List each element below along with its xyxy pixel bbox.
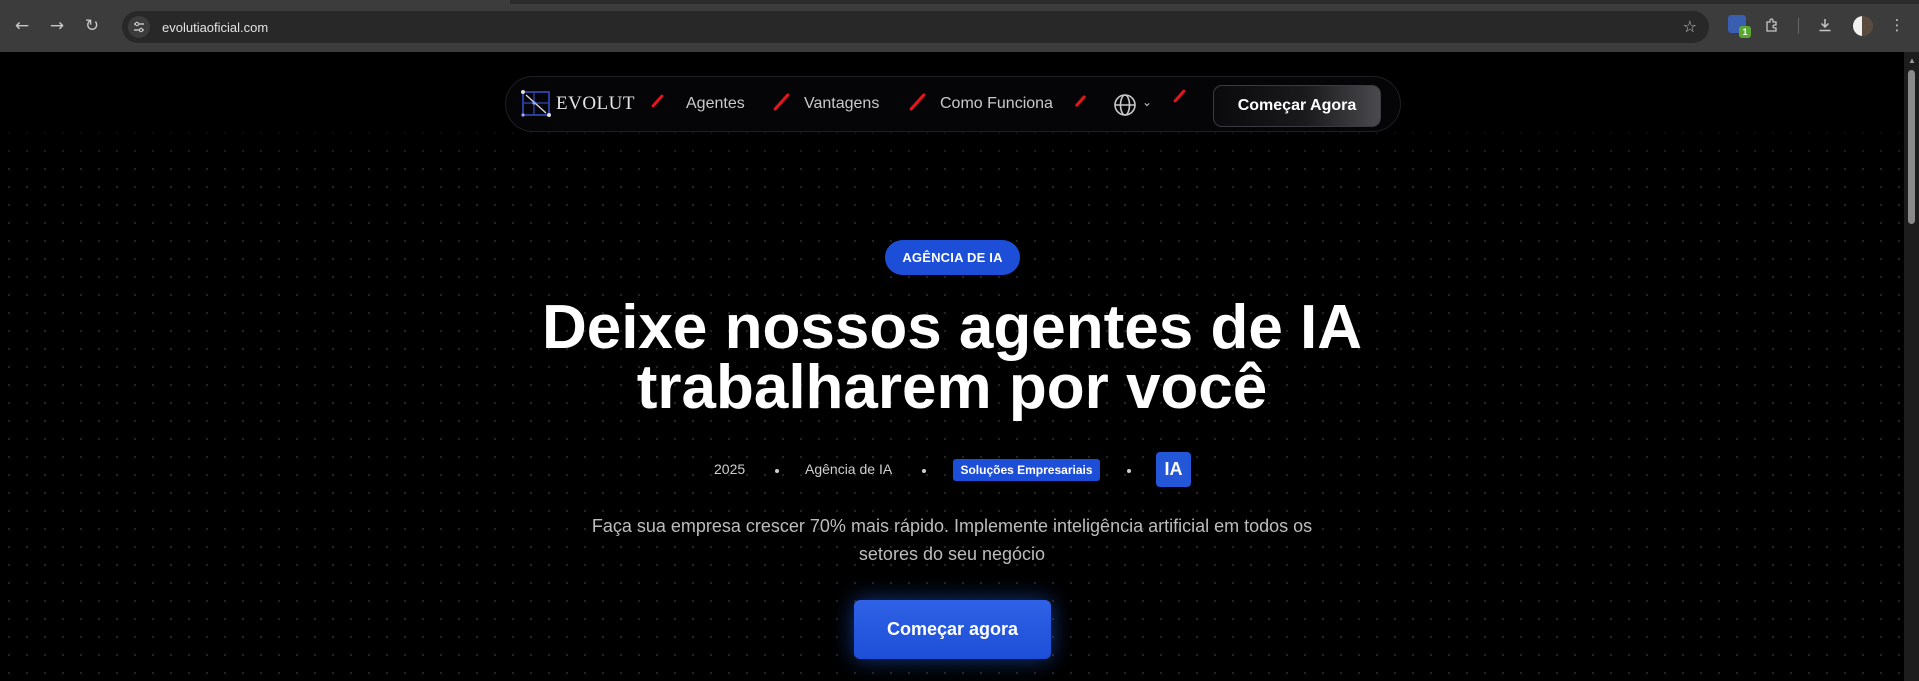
tab-strip bbox=[0, 0, 1919, 4]
headline-line-2: trabalharem por você bbox=[636, 353, 1268, 422]
page-viewport: EVOLUT Agentes Vantagens Como Funciona ⌄… bbox=[0, 52, 1904, 681]
meta-separator-dot bbox=[922, 469, 926, 473]
nav-link-vantagens[interactable]: Vantagens bbox=[804, 95, 879, 113]
decorative-red-slash bbox=[1074, 94, 1087, 108]
solucoes-empresariais-chip: Soluções Empresariais bbox=[953, 459, 1100, 481]
extension-icon[interactable]: 1 bbox=[1728, 15, 1751, 38]
address-bar[interactable]: evolutiaoficial.com ☆ bbox=[122, 11, 1709, 43]
bookmark-star-icon[interactable]: ☆ bbox=[1683, 17, 1697, 36]
decorative-red-slash bbox=[773, 92, 790, 112]
meta-separator-dot bbox=[1127, 469, 1131, 473]
chevron-down-icon[interactable]: ⌄ bbox=[1142, 95, 1152, 109]
toolbar-divider bbox=[1798, 18, 1799, 34]
browser-toolbar: ← → ↻ evolutiaoficial.com ☆ 1 ⋮ bbox=[0, 0, 1919, 52]
description-line-2: setores do seu negócio bbox=[858, 544, 1046, 564]
extensions-puzzle-icon[interactable] bbox=[1762, 15, 1782, 35]
scrollbar-thumb[interactable] bbox=[1908, 70, 1915, 224]
meta-separator-dot bbox=[775, 469, 779, 473]
hero-description: Faça sua empresa crescer 70% mais rápido… bbox=[552, 512, 1352, 568]
page-scrollbar[interactable]: ▲ bbox=[1904, 52, 1919, 681]
evolut-logo-icon[interactable] bbox=[520, 89, 554, 119]
headline-line-1: Deixe nossos agentes de IA bbox=[541, 293, 1363, 362]
comecar-agora-nav-button[interactable]: Começar Agora bbox=[1213, 85, 1381, 127]
url-text[interactable]: evolutiaoficial.com bbox=[162, 20, 268, 35]
nav-link-agentes[interactable]: Agentes bbox=[686, 95, 745, 113]
scroll-up-arrow-icon[interactable]: ▲ bbox=[1908, 56, 1916, 65]
back-arrow-icon[interactable]: ← bbox=[9, 13, 35, 39]
decorative-red-slash bbox=[1173, 89, 1186, 103]
comecar-agora-hero-button[interactable]: Começar agora bbox=[854, 600, 1051, 659]
download-icon[interactable] bbox=[1815, 15, 1835, 35]
site-info-icon[interactable] bbox=[128, 16, 150, 38]
extension-badge-count: 1 bbox=[1739, 26, 1751, 38]
ia-tag: IA bbox=[1156, 452, 1191, 487]
logo-text[interactable]: EVOLUT bbox=[556, 93, 635, 115]
active-tab[interactable] bbox=[0, 0, 510, 4]
profile-avatar[interactable] bbox=[1853, 16, 1873, 36]
globe-language-icon[interactable] bbox=[1113, 93, 1137, 117]
agencia-badge: AGÊNCIA DE IA bbox=[885, 240, 1020, 275]
nav-link-como-funciona[interactable]: Como Funciona bbox=[940, 95, 1053, 113]
forward-arrow-icon[interactable]: → bbox=[44, 13, 70, 39]
reload-icon[interactable]: ↻ bbox=[79, 13, 105, 39]
menu-kebab-icon[interactable]: ⋮ bbox=[1887, 15, 1907, 35]
meta-category: Agência de IA bbox=[805, 461, 893, 477]
site-navbar: EVOLUT Agentes Vantagens Como Funciona ⌄… bbox=[505, 76, 1401, 132]
decorative-red-slash bbox=[909, 92, 926, 112]
description-line-1: Faça sua empresa crescer 70% mais rápido… bbox=[591, 516, 1313, 536]
meta-year: 2025 bbox=[714, 461, 746, 477]
decorative-red-slash bbox=[651, 94, 664, 108]
